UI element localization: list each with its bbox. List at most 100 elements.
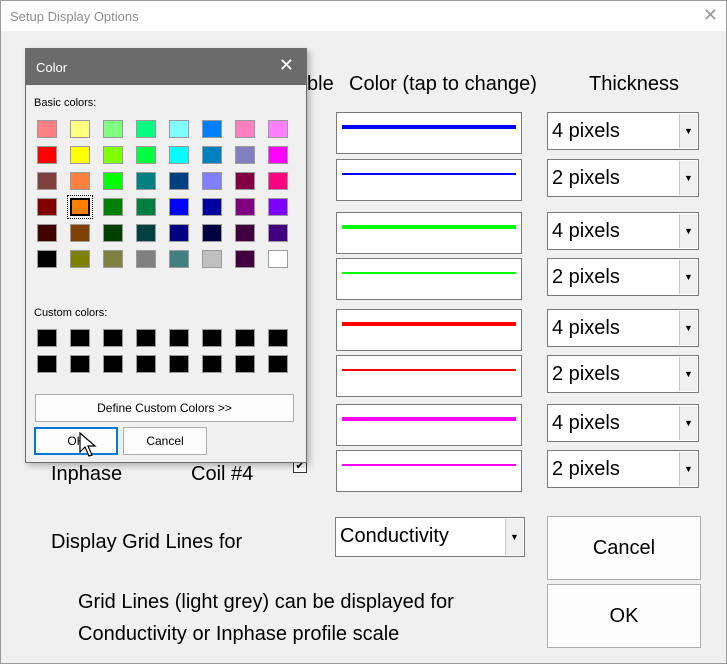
chevron-down-icon[interactable]: ▼ (679, 260, 697, 294)
basic-color-swatch[interactable] (37, 146, 57, 164)
color-column-header: Color (tap to change) (349, 73, 537, 95)
custom-color-swatch[interactable] (136, 329, 156, 347)
custom-color-swatch[interactable] (103, 329, 123, 347)
basic-color-swatch[interactable] (37, 224, 57, 242)
custom-color-swatch[interactable] (268, 329, 288, 347)
basic-color-swatch[interactable] (67, 195, 93, 219)
basic-color-swatch[interactable] (37, 120, 57, 138)
custom-color-swatch[interactable] (37, 355, 57, 373)
basic-color-swatch[interactable] (169, 172, 189, 190)
basic-color-swatch[interactable] (169, 120, 189, 138)
basic-color-swatch[interactable] (268, 224, 288, 242)
custom-color-swatch[interactable] (202, 355, 222, 373)
define-custom-colors-button[interactable]: Define Custom Colors >> (35, 394, 294, 422)
basic-color-swatch[interactable] (70, 172, 90, 190)
custom-color-swatch[interactable] (70, 355, 90, 373)
basic-color-swatch[interactable] (169, 224, 189, 242)
basic-color-swatch[interactable] (202, 120, 222, 138)
custom-color-swatch[interactable] (202, 329, 222, 347)
custom-color-swatch[interactable] (169, 355, 189, 373)
basic-color-swatch[interactable] (70, 250, 90, 268)
chevron-down-icon[interactable]: ▼ (679, 214, 697, 248)
thickness-select[interactable]: 4 pixels ▼ (547, 212, 699, 250)
basic-color-swatch[interactable] (103, 224, 123, 242)
color-swatch-button[interactable] (336, 212, 522, 254)
basic-color-swatch[interactable] (235, 250, 255, 268)
basic-color-swatch[interactable] (202, 172, 222, 190)
basic-color-swatch[interactable] (169, 250, 189, 268)
basic-color-swatch[interactable] (202, 250, 222, 268)
custom-color-swatch[interactable] (235, 355, 255, 373)
color-swatch-button[interactable] (336, 355, 522, 397)
thickness-select[interactable]: 2 pixels ▼ (547, 159, 699, 197)
basic-color-swatch[interactable] (103, 250, 123, 268)
color-cancel-button[interactable]: Cancel (123, 427, 207, 455)
basic-color-swatch[interactable] (268, 120, 288, 138)
thickness-select[interactable]: 2 pixels ▼ (547, 258, 699, 296)
thickness-select[interactable]: 4 pixels ▼ (547, 309, 699, 347)
thickness-select[interactable]: 4 pixels ▼ (547, 112, 699, 150)
color-swatch-button[interactable] (336, 112, 522, 154)
basic-color-swatch[interactable] (70, 146, 90, 164)
basic-color-swatch[interactable] (268, 146, 288, 164)
basic-color-swatch[interactable] (136, 250, 156, 268)
basic-color-swatch[interactable] (37, 172, 57, 190)
color-swatch-button[interactable] (336, 159, 522, 201)
custom-color-swatch[interactable] (169, 329, 189, 347)
color-ok-button[interactable]: OK (34, 427, 118, 455)
basic-color-swatch[interactable] (103, 146, 123, 164)
basic-color-swatch[interactable] (268, 198, 288, 216)
basic-color-swatch[interactable] (136, 224, 156, 242)
basic-color-swatch[interactable] (268, 172, 288, 190)
chevron-down-icon[interactable]: ▼ (679, 311, 697, 345)
basic-color-swatch[interactable] (169, 146, 189, 164)
color-swatch-button[interactable] (336, 258, 522, 300)
basic-color-swatch[interactable] (235, 120, 255, 138)
custom-color-swatch[interactable] (136, 355, 156, 373)
basic-color-swatch[interactable] (235, 172, 255, 190)
color-line-preview (342, 322, 516, 326)
basic-color-swatch[interactable] (235, 198, 255, 216)
chevron-down-icon[interactable]: ▼ (679, 357, 697, 391)
basic-color-swatch[interactable] (202, 224, 222, 242)
basic-color-swatch[interactable] (37, 250, 57, 268)
basic-color-swatch[interactable] (136, 198, 156, 216)
custom-color-swatch[interactable] (37, 329, 57, 347)
basic-color-swatch[interactable] (103, 198, 123, 216)
chevron-down-icon[interactable]: ▼ (679, 114, 697, 148)
basic-color-swatch[interactable] (235, 146, 255, 164)
basic-color-swatch[interactable] (37, 198, 57, 216)
color-swatch-button[interactable] (336, 450, 522, 492)
custom-color-swatch[interactable] (70, 329, 90, 347)
thickness-select[interactable]: 4 pixels ▼ (547, 404, 699, 442)
basic-color-swatch[interactable] (235, 224, 255, 242)
basic-color-swatch[interactable] (268, 250, 288, 268)
basic-color-swatch[interactable] (136, 120, 156, 138)
chevron-down-icon[interactable]: ▼ (679, 452, 697, 486)
custom-color-swatch[interactable] (268, 355, 288, 373)
basic-color-swatch[interactable] (103, 172, 123, 190)
close-icon[interactable]: ✕ (703, 5, 718, 26)
basic-color-swatch[interactable] (70, 120, 90, 138)
basic-color-swatch[interactable] (169, 198, 189, 216)
basic-color-swatch[interactable] (202, 198, 222, 216)
basic-color-swatch[interactable] (103, 120, 123, 138)
basic-color-swatch[interactable] (136, 146, 156, 164)
chevron-down-icon[interactable]: ▼ (505, 519, 523, 555)
chevron-down-icon[interactable]: ▼ (679, 161, 697, 195)
cancel-button[interactable]: Cancel (547, 516, 701, 580)
basic-color-swatch[interactable] (70, 224, 90, 242)
thickness-selected-value: 2 pixels (552, 167, 620, 189)
chevron-down-icon[interactable]: ▼ (679, 406, 697, 440)
thickness-select[interactable]: 2 pixels ▼ (547, 355, 699, 393)
color-swatch-button[interactable] (336, 309, 522, 351)
ok-button[interactable]: OK (547, 584, 701, 648)
thickness-select[interactable]: 2 pixels ▼ (547, 450, 699, 488)
color-dialog-close-icon[interactable]: ✕ (279, 55, 294, 76)
color-swatch-button[interactable] (336, 404, 522, 446)
basic-color-swatch[interactable] (136, 172, 156, 190)
grid-lines-select[interactable]: Conductivity ▼ (335, 517, 525, 557)
basic-color-swatch[interactable] (202, 146, 222, 164)
custom-color-swatch[interactable] (235, 329, 255, 347)
custom-color-swatch[interactable] (103, 355, 123, 373)
